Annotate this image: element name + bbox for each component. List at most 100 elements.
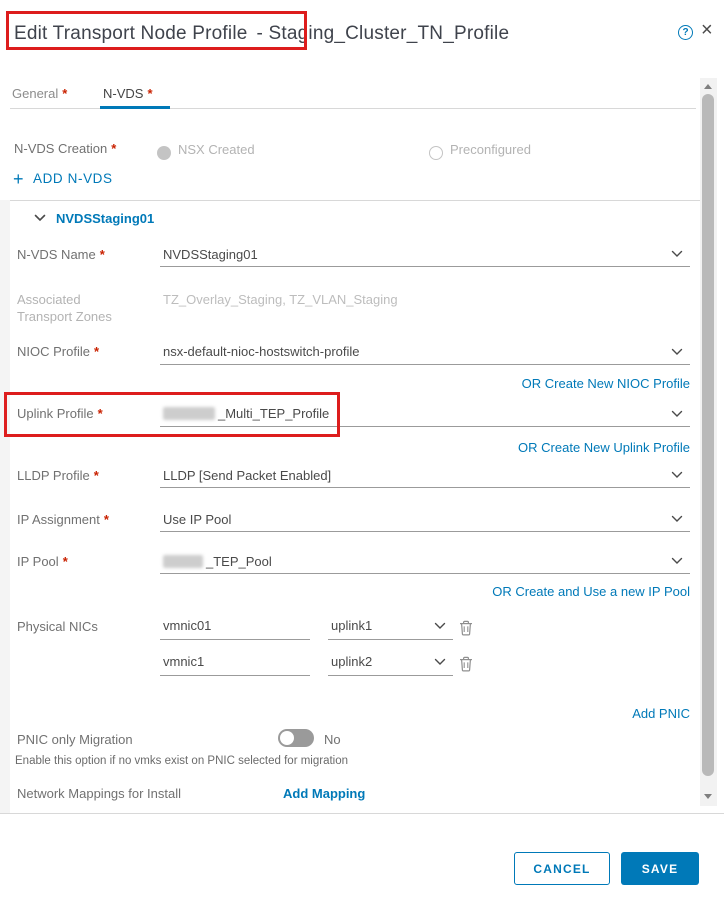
chevron-down-icon [671,410,683,418]
trash-icon[interactable] [459,656,473,672]
create-new-ip-pool-link[interactable]: OR Create and Use a new IP Pool [390,584,690,599]
pnic-migration-state: No [324,732,341,747]
tab-nvds-required: * [147,86,152,101]
nvds-name-value: NVDSStaging01 [160,244,258,265]
add-nvds-label: ADD N-VDS [33,171,113,186]
plus-icon: + [13,169,24,189]
pnic-name-value: vmnic01 [160,615,211,636]
nvds-name-select[interactable]: NVDSStaging01 [160,244,690,267]
chevron-down-icon [671,515,683,523]
pnic-name-input[interactable]: vmnic01 [160,615,310,640]
content-bottom-border [0,813,724,814]
chevron-down-icon [671,348,683,356]
add-mapping-link[interactable]: Add Mapping [283,786,365,801]
pnic-uplink-select[interactable]: uplink1 [328,615,453,640]
associated-tz-label-line2: Transport Zones [17,309,112,324]
ip-pool-required: * [63,554,68,569]
chevron-down-icon [434,658,446,666]
chevron-down-icon [671,557,683,565]
lldp-profile-required: * [94,468,99,483]
ip-assignment-select[interactable]: Use IP Pool [160,509,690,532]
content-left-gutter [0,200,10,813]
redacted-text [163,407,215,420]
accordion-title: NVDSStaging01 [56,211,154,226]
nioc-profile-select[interactable]: nsx-default-nioc-hostswitch-profile [160,341,690,365]
nvds-name-label-text: N-VDS Name [17,247,96,262]
page-title-highlighted: Edit Transport Node Profile [14,23,248,44]
uplink-profile-label-text: Uplink Profile [17,406,94,421]
nvds-creation-required: * [111,141,116,156]
nvds-name-required: * [100,247,105,262]
ip-pool-label: IP Pool * [17,554,68,569]
nvds-creation-label: N-VDS Creation * [14,141,116,156]
ip-pool-label-text: IP Pool [17,554,59,569]
nvds-creation-label-text: N-VDS Creation [14,141,107,156]
trash-icon[interactable] [459,620,473,636]
nvds-name-label: N-VDS Name * [17,247,105,262]
accordion-top-border [10,200,700,201]
uplink-profile-value: _Multi_TEP_Profile [215,403,329,424]
scrollbar-thumb[interactable] [702,94,714,776]
scrollbar-up-arrow[interactable] [704,84,712,89]
ip-assignment-label-text: IP Assignment [17,512,100,527]
page-title-suffix: - Staging_Cluster_TN_Profile [257,23,510,44]
nioc-profile-label-text: NIOC Profile [17,344,90,359]
redacted-text [163,555,203,568]
accordion-header-nvdsstaging01[interactable]: NVDSStaging01 [10,206,700,232]
active-tab-underline [100,106,170,109]
ip-pool-select[interactable]: _TEP_Pool [160,551,690,574]
ip-assignment-label: IP Assignment * [17,512,109,527]
save-button[interactable]: SAVE [621,852,699,885]
add-pnic-link[interactable]: Add PNIC [390,706,690,721]
ip-pool-value: _TEP_Pool [203,551,272,572]
pnic-uplink-select[interactable]: uplink2 [328,651,453,676]
pnic-uplink-value: uplink2 [328,651,372,672]
pnic-migration-helper-text: Enable this option if no vmks exist on P… [15,755,348,767]
tab-general[interactable]: General * [12,86,67,101]
pnic-migration-toggle[interactable] [278,729,314,747]
lldp-profile-label: LLDP Profile * [17,468,99,483]
ip-assignment-value: Use IP Pool [160,509,231,530]
radio-nsx-created-label: NSX Created [178,142,255,157]
pnic-name-value: vmnic1 [160,651,204,672]
tab-general-label: General [12,86,58,101]
pnic-name-input[interactable]: vmnic1 [160,651,310,676]
chevron-down-icon [671,250,683,258]
uplink-profile-label: Uplink Profile * [17,406,103,421]
create-new-uplink-profile-link[interactable]: OR Create New Uplink Profile [390,440,690,455]
radio-preconfigured[interactable] [429,146,443,160]
nioc-profile-label: NIOC Profile * [17,344,99,359]
toggle-knob [280,731,294,745]
uplink-profile-required: * [98,406,103,421]
associated-tz-label-line1: Associated [17,292,81,307]
chevron-down-icon [671,471,683,479]
associated-tz-value: TZ_Overlay_Staging, TZ_VLAN_Staging [163,292,398,307]
close-icon[interactable]: × [701,19,713,42]
radio-nsx-created[interactable] [157,146,171,160]
create-new-nioc-profile-link[interactable]: OR Create New NIOC Profile [390,376,690,391]
uplink-profile-select[interactable]: _Multi_TEP_Profile [160,403,690,427]
tab-nvds[interactable]: N-VDS * [103,86,153,101]
scrollbar-down-arrow[interactable] [704,794,712,799]
add-nvds-button[interactable]: + ADD N-VDS [13,169,113,190]
tab-nvds-label: N-VDS [103,86,143,101]
nioc-profile-value: nsx-default-nioc-hostswitch-profile [160,341,360,362]
nioc-profile-required: * [94,344,99,359]
ip-assignment-required: * [104,512,109,527]
radio-preconfigured-label: Preconfigured [450,142,531,157]
scrollbar-track[interactable] [700,78,717,806]
page-title: Edit Transport Node Profile - Staging_Clu… [14,23,509,45]
lldp-profile-label-text: LLDP Profile [17,468,90,483]
help-icon[interactable]: ? [678,25,693,40]
physical-nics-label: Physical NICs [17,619,98,634]
tab-general-required: * [62,86,67,101]
chevron-down-icon [34,214,46,222]
lldp-profile-select[interactable]: LLDP [Send Packet Enabled] [160,465,690,488]
network-mappings-label: Network Mappings for Install [17,786,181,801]
cancel-button[interactable]: CANCEL [514,852,610,885]
lldp-profile-value: LLDP [Send Packet Enabled] [160,465,331,486]
pnic-migration-label: PNIC only Migration [17,732,133,747]
edit-transport-node-profile-dialog: Edit Transport Node Profile - Staging_Clu… [0,0,724,898]
pnic-uplink-value: uplink1 [328,615,372,636]
chevron-down-icon [434,622,446,630]
